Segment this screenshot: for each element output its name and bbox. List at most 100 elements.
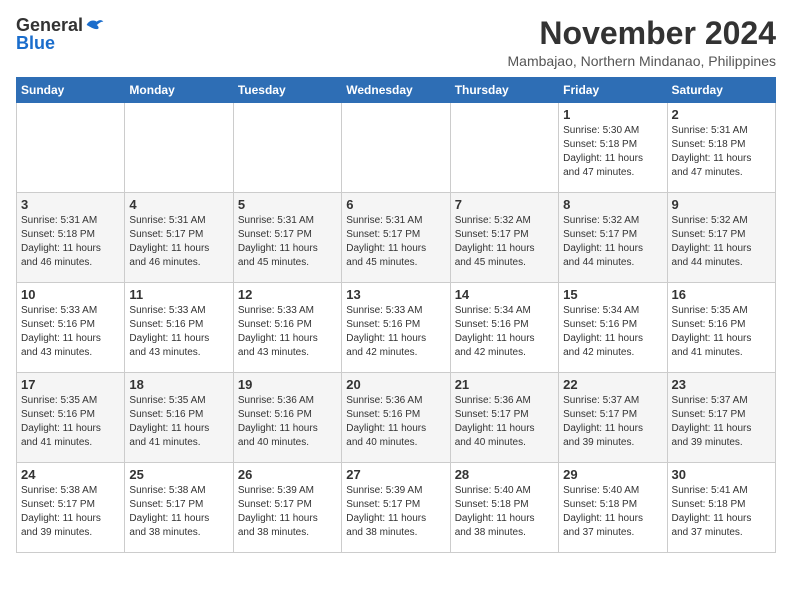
day-info: Sunrise: 5:39 AM Sunset: 5:17 PM Dayligh…	[238, 484, 337, 540]
day-info: Sunrise: 5:33 AM Sunset: 5:16 PM Dayligh…	[129, 304, 228, 360]
calendar-cell: 5 Sunrise: 5:31 AM Sunset: 5:17 PM Daylig…	[233, 193, 341, 283]
day-info: Sunrise: 5:31 AM Sunset: 5:18 PM Dayligh…	[21, 214, 120, 270]
day-info: Sunrise: 5:33 AM Sunset: 5:16 PM Dayligh…	[21, 304, 120, 360]
logo-general-text: General	[16, 16, 83, 34]
day-info: Sunrise: 5:36 AM Sunset: 5:17 PM Dayligh…	[455, 394, 554, 450]
calendar-cell: 4 Sunrise: 5:31 AM Sunset: 5:17 PM Daylig…	[125, 193, 233, 283]
day-info: Sunrise: 5:34 AM Sunset: 5:16 PM Dayligh…	[455, 304, 554, 360]
day-number: 14	[455, 287, 554, 302]
calendar-cell: 11 Sunrise: 5:33 AM Sunset: 5:16 PM Dayli…	[125, 283, 233, 373]
day-info: Sunrise: 5:35 AM Sunset: 5:16 PM Dayligh…	[672, 304, 771, 360]
day-info: Sunrise: 5:38 AM Sunset: 5:17 PM Dayligh…	[129, 484, 228, 540]
day-number: 27	[346, 467, 445, 482]
calendar-cell: 7 Sunrise: 5:32 AM Sunset: 5:17 PM Daylig…	[450, 193, 558, 283]
weekday-header-tuesday: Tuesday	[233, 78, 341, 103]
calendar-cell: 6 Sunrise: 5:31 AM Sunset: 5:17 PM Daylig…	[342, 193, 450, 283]
calendar-cell: 15 Sunrise: 5:34 AM Sunset: 5:16 PM Dayli…	[559, 283, 667, 373]
calendar-table: SundayMondayTuesdayWednesdayThursdayFrid…	[16, 77, 776, 553]
weekday-header-monday: Monday	[125, 78, 233, 103]
calendar-week-row: 24 Sunrise: 5:38 AM Sunset: 5:17 PM Dayli…	[17, 463, 776, 553]
calendar-week-row: 1 Sunrise: 5:30 AM Sunset: 5:18 PM Daylig…	[17, 103, 776, 193]
calendar-cell: 14 Sunrise: 5:34 AM Sunset: 5:16 PM Dayli…	[450, 283, 558, 373]
calendar-cell: 18Sunrise: 5:35 AM Sunset: 5:16 PM Dayli…	[125, 373, 233, 463]
day-number: 25	[129, 467, 228, 482]
calendar-cell	[342, 103, 450, 193]
day-info: Sunrise: 5:31 AM Sunset: 5:18 PM Dayligh…	[672, 124, 771, 180]
day-info: Sunrise: 5:35 AM Sunset: 5:16 PM Dayligh…	[21, 394, 120, 450]
day-number: 11	[129, 287, 228, 302]
day-info: Sunrise: 5:32 AM Sunset: 5:17 PM Dayligh…	[455, 214, 554, 270]
weekday-header-friday: Friday	[559, 78, 667, 103]
calendar-cell: 2 Sunrise: 5:31 AM Sunset: 5:18 PM Daylig…	[667, 103, 775, 193]
calendar-cell: 1 Sunrise: 5:30 AM Sunset: 5:18 PM Daylig…	[559, 103, 667, 193]
day-number: 24	[21, 467, 120, 482]
day-info: Sunrise: 5:40 AM Sunset: 5:18 PM Dayligh…	[455, 484, 554, 540]
calendar-cell	[125, 103, 233, 193]
day-number: 9	[672, 197, 771, 212]
calendar-cell: 22Sunrise: 5:37 AM Sunset: 5:17 PM Dayli…	[559, 373, 667, 463]
day-number: 29	[563, 467, 662, 482]
logo: General Blue	[16, 16, 105, 52]
calendar-cell: 13 Sunrise: 5:33 AM Sunset: 5:16 PM Dayli…	[342, 283, 450, 373]
day-number: 13	[346, 287, 445, 302]
calendar-cell: 28 Sunrise: 5:40 AM Sunset: 5:18 PM Dayli…	[450, 463, 558, 553]
calendar-cell	[17, 103, 125, 193]
weekday-header-sunday: Sunday	[17, 78, 125, 103]
logo-blue-text: Blue	[16, 34, 55, 52]
day-info: Sunrise: 5:38 AM Sunset: 5:17 PM Dayligh…	[21, 484, 120, 540]
calendar-week-row: 10 Sunrise: 5:33 AM Sunset: 5:16 PM Dayli…	[17, 283, 776, 373]
calendar-cell: 9Sunrise: 5:32 AM Sunset: 5:17 PM Daylig…	[667, 193, 775, 283]
calendar-cell: 12Sunrise: 5:33 AM Sunset: 5:16 PM Dayli…	[233, 283, 341, 373]
calendar-cell: 10 Sunrise: 5:33 AM Sunset: 5:16 PM Dayli…	[17, 283, 125, 373]
day-number: 20	[346, 377, 445, 392]
day-number: 28	[455, 467, 554, 482]
day-number: 5	[238, 197, 337, 212]
day-info: Sunrise: 5:35 AM Sunset: 5:16 PM Dayligh…	[129, 394, 228, 450]
day-number: 3	[21, 197, 120, 212]
day-info: Sunrise: 5:34 AM Sunset: 5:16 PM Dayligh…	[563, 304, 662, 360]
location-text: Mambajao, Northern Mindanao, Philippines	[508, 53, 776, 69]
calendar-cell: 29 Sunrise: 5:40 AM Sunset: 5:18 PM Dayli…	[559, 463, 667, 553]
calendar-cell: 16 Sunrise: 5:35 AM Sunset: 5:16 PM Dayli…	[667, 283, 775, 373]
day-number: 1	[563, 107, 662, 122]
calendar-cell: 24 Sunrise: 5:38 AM Sunset: 5:17 PM Dayli…	[17, 463, 125, 553]
day-info: Sunrise: 5:33 AM Sunset: 5:16 PM Dayligh…	[238, 304, 337, 360]
day-info: Sunrise: 5:30 AM Sunset: 5:18 PM Dayligh…	[563, 124, 662, 180]
day-info: Sunrise: 5:36 AM Sunset: 5:16 PM Dayligh…	[346, 394, 445, 450]
day-number: 8	[563, 197, 662, 212]
calendar-cell: 26 Sunrise: 5:39 AM Sunset: 5:17 PM Dayli…	[233, 463, 341, 553]
day-number: 6	[346, 197, 445, 212]
day-info: Sunrise: 5:41 AM Sunset: 5:18 PM Dayligh…	[672, 484, 771, 540]
month-title: November 2024	[508, 16, 776, 51]
day-number: 2	[672, 107, 771, 122]
day-number: 17	[21, 377, 120, 392]
day-number: 10	[21, 287, 120, 302]
day-number: 26	[238, 467, 337, 482]
day-number: 7	[455, 197, 554, 212]
day-number: 4	[129, 197, 228, 212]
day-info: Sunrise: 5:36 AM Sunset: 5:16 PM Dayligh…	[238, 394, 337, 450]
calendar-cell: 30 Sunrise: 5:41 AM Sunset: 5:18 PM Dayli…	[667, 463, 775, 553]
day-number: 30	[672, 467, 771, 482]
calendar-cell: 21Sunrise: 5:36 AM Sunset: 5:17 PM Dayli…	[450, 373, 558, 463]
day-info: Sunrise: 5:37 AM Sunset: 5:17 PM Dayligh…	[563, 394, 662, 450]
day-info: Sunrise: 5:32 AM Sunset: 5:17 PM Dayligh…	[563, 214, 662, 270]
calendar-cell: 19Sunrise: 5:36 AM Sunset: 5:16 PM Dayli…	[233, 373, 341, 463]
day-info: Sunrise: 5:31 AM Sunset: 5:17 PM Dayligh…	[129, 214, 228, 270]
day-info: Sunrise: 5:33 AM Sunset: 5:16 PM Dayligh…	[346, 304, 445, 360]
calendar-cell	[233, 103, 341, 193]
day-number: 15	[563, 287, 662, 302]
day-info: Sunrise: 5:40 AM Sunset: 5:18 PM Dayligh…	[563, 484, 662, 540]
calendar-cell: 25 Sunrise: 5:38 AM Sunset: 5:17 PM Dayli…	[125, 463, 233, 553]
calendar-cell	[450, 103, 558, 193]
day-info: Sunrise: 5:31 AM Sunset: 5:17 PM Dayligh…	[238, 214, 337, 270]
weekday-header-wednesday: Wednesday	[342, 78, 450, 103]
day-info: Sunrise: 5:31 AM Sunset: 5:17 PM Dayligh…	[346, 214, 445, 270]
calendar-cell: 17 Sunrise: 5:35 AM Sunset: 5:16 PM Dayli…	[17, 373, 125, 463]
calendar-cell: 8 Sunrise: 5:32 AM Sunset: 5:17 PM Daylig…	[559, 193, 667, 283]
day-number: 16	[672, 287, 771, 302]
title-section: November 2024 Mambajao, Northern Mindana…	[508, 16, 776, 69]
calendar-cell: 27Sunrise: 5:39 AM Sunset: 5:17 PM Dayli…	[342, 463, 450, 553]
weekday-header-saturday: Saturday	[667, 78, 775, 103]
calendar-week-row: 17 Sunrise: 5:35 AM Sunset: 5:16 PM Dayli…	[17, 373, 776, 463]
